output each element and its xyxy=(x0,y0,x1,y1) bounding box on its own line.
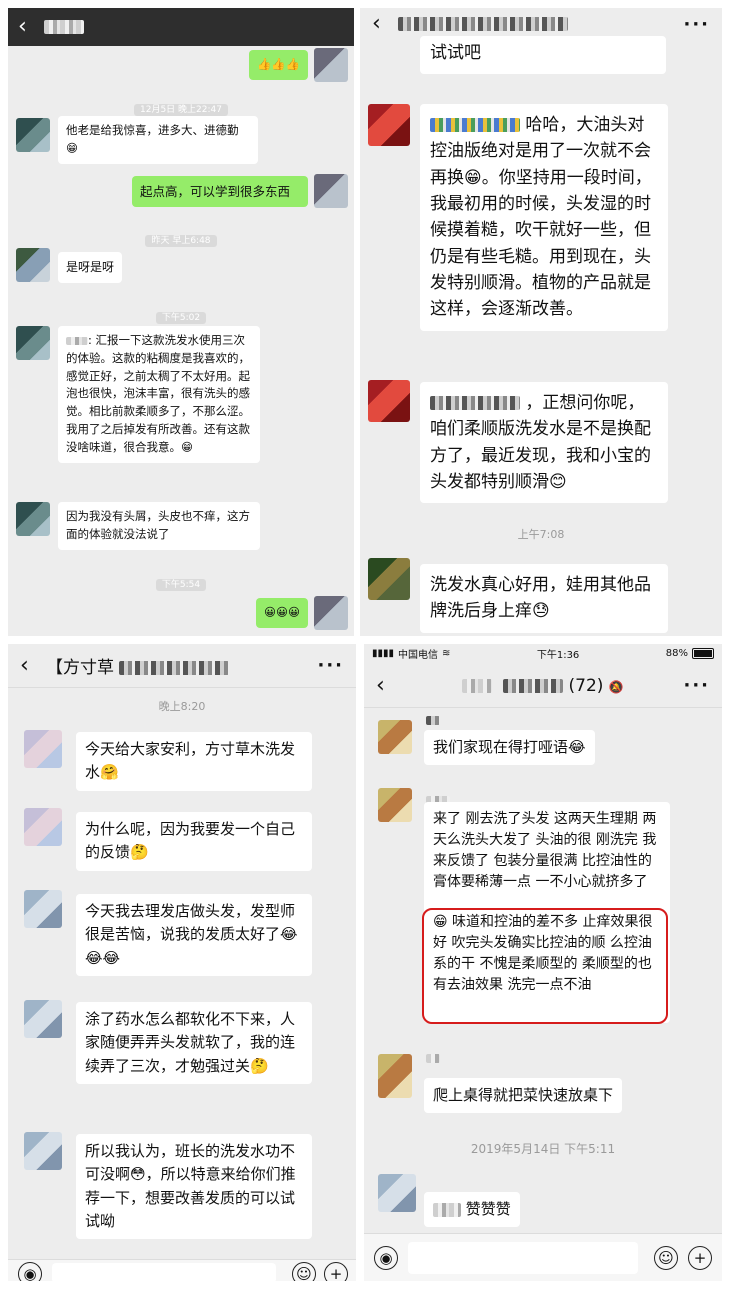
back-icon[interactable]: ‹ xyxy=(20,654,46,677)
avatar[interactable] xyxy=(378,1054,412,1098)
avatar[interactable] xyxy=(314,596,348,630)
chat-title: 【方寸草 xyxy=(46,653,317,678)
chat-header: ‹ xyxy=(8,8,354,46)
chat-panel-1: ‹ 👍👍👍 12月5日 晚上22:47 他老是给我惊喜，进多大、进德勤😁 起点高… xyxy=(8,8,354,636)
avatar[interactable] xyxy=(16,118,50,152)
clock: 下午1:36 xyxy=(536,649,580,661)
sender-name xyxy=(426,1048,440,1063)
avatar[interactable] xyxy=(24,1132,62,1170)
carrier-label: 中国电信 xyxy=(398,649,439,661)
chat-title: (72) 🔕 xyxy=(402,676,683,696)
timestamp: 2019年5月14日 下午5:11 xyxy=(470,1142,616,1156)
message-input[interactable] xyxy=(52,1263,276,1281)
avatar[interactable] xyxy=(378,720,412,754)
avatar[interactable] xyxy=(368,558,410,600)
battery-label: 88% xyxy=(665,647,688,659)
sender-mention xyxy=(433,1202,461,1217)
mute-bell-icon: 🔕 xyxy=(608,679,624,694)
emoji-icon[interactable]: ☺ xyxy=(654,1246,678,1270)
chat-title xyxy=(398,14,683,34)
back-icon[interactable]: ‹ xyxy=(18,16,44,38)
message-bubble: 起点高，可以学到很多东西 xyxy=(132,176,308,208)
chat-header: ‹ (72) 🔕 ··· xyxy=(364,664,722,708)
emoji-icon[interactable]: ☺ xyxy=(292,1262,316,1281)
more-icon[interactable]: ··· xyxy=(683,14,710,35)
message-bubble: 今天给大家安利，方寸草木洗发水🤗 xyxy=(76,732,312,791)
back-icon[interactable]: ‹ xyxy=(372,13,398,35)
message-bubble: 是呀是呀 xyxy=(58,252,123,283)
input-bar: ◉ ☺ + xyxy=(364,1233,722,1281)
message-bubble: 为什么呢，因为我要发一个自己的反馈🤔 xyxy=(76,812,312,871)
chat-panel-2: ‹ ··· 试试吧 哈哈，大油头对控油版绝对是用了一次就不会再换😁。你坚持用一段… xyxy=(360,8,722,636)
avatar[interactable] xyxy=(314,48,348,82)
message-bubble: ，正想问你呢，咱们柔顺版洗发水是不是换配方了，最近发现，我和小宝的头发都特别顺滑… xyxy=(420,382,668,504)
sender-mention xyxy=(430,118,520,132)
message-bubble: : 汇报一下这款洗发水使用三次的体验。这款的粘稠度是我喜欢的，感觉正好，之前太稠… xyxy=(58,326,260,463)
plus-icon[interactable]: + xyxy=(688,1246,712,1270)
message-bubble: 👍👍👍 xyxy=(249,50,308,80)
battery-icon xyxy=(692,647,714,659)
message-bubble: 因为我没有头屑，头皮也不痒，这方面的体验就没法说了 xyxy=(58,502,260,550)
timestamp: 昨天 早上6:48 xyxy=(8,228,354,247)
chat-title xyxy=(44,17,344,37)
timestamp: 下午5:54 xyxy=(8,572,354,591)
message-input[interactable] xyxy=(408,1242,638,1274)
message-bubble: 赞赞赞 xyxy=(424,1192,520,1228)
message-bubble: 我们家现在得打哑语😂 xyxy=(424,730,595,766)
avatar[interactable] xyxy=(24,1000,62,1038)
avatar[interactable] xyxy=(24,730,62,768)
plus-icon[interactable]: + xyxy=(324,1262,348,1281)
status-bar: ▮▮▮▮ 中国电信 ≋ 下午1:36 88% xyxy=(364,644,722,662)
avatar[interactable] xyxy=(24,808,62,846)
message-bubble: 洗发水真心好用，娃用其他品牌洗后身上痒😓 xyxy=(420,564,668,633)
message-bubble: 所以我认为，班长的洗发水功不可没啊😳，所以特意来给你们推荐一下，想要改善发质的可… xyxy=(76,1134,312,1239)
more-icon[interactable]: ··· xyxy=(317,655,344,676)
message-bubble: 哈哈，大油头对控油版绝对是用了一次就不会再换😁。你坚持用一段时间，我最初用的时候… xyxy=(420,104,668,331)
chat-panel-4: ▮▮▮▮ 中国电信 ≋ 下午1:36 88% ‹ (72) 🔕 ··· 我们家现… xyxy=(364,644,722,1281)
input-bar: ◉ ☺ + xyxy=(8,1259,356,1281)
wifi-icon: ≋ xyxy=(442,647,451,659)
message-bubble: 爬上桌得就把菜快速放桌下 xyxy=(424,1078,623,1114)
message-bubble: 😀😀😀 xyxy=(256,598,308,628)
message-bubble: 试试吧 xyxy=(420,36,666,75)
sender-name xyxy=(426,790,450,805)
sender-mention xyxy=(430,396,520,410)
message-bubble: 他老是给我惊喜，进多大、进德勤😁 xyxy=(58,116,258,164)
signal-icon: ▮▮▮▮ xyxy=(372,647,395,659)
avatar[interactable] xyxy=(378,1174,416,1212)
avatar[interactable] xyxy=(16,502,50,536)
avatar[interactable] xyxy=(314,174,348,208)
chat-header: ‹ 【方寸草 ··· xyxy=(8,644,356,688)
avatar[interactable] xyxy=(16,326,50,360)
chat-panel-3: ‹ 【方寸草 ··· 晚上8:20 今天给大家安利，方寸草木洗发水🤗 为什么呢，… xyxy=(8,644,356,1281)
highlighted-text: 😁 味道和控油的差不多 止痒效果很好 吹完头发确实比控油的顺 么控油系的干 不愧… xyxy=(433,914,653,993)
timestamp: 晚上8:20 xyxy=(158,700,206,713)
timestamp: 12月5日 晚上22:47 xyxy=(8,97,354,116)
timestamp: 下午5:02 xyxy=(8,305,354,324)
avatar[interactable] xyxy=(16,248,50,282)
voice-icon[interactable]: ◉ xyxy=(18,1262,42,1281)
timestamp: 上午7:08 xyxy=(517,528,565,541)
avatar[interactable] xyxy=(24,890,62,928)
sender-mention xyxy=(66,336,88,345)
avatar[interactable] xyxy=(368,380,410,422)
more-icon[interactable]: ··· xyxy=(683,675,710,696)
message-bubble: 今天我去理发店做头发，发型师很是苦恼，说我的发质太好了😂😂😂 xyxy=(76,894,312,976)
avatar[interactable] xyxy=(378,788,412,822)
voice-icon[interactable]: ◉ xyxy=(374,1246,398,1270)
message-bubble: 涂了药水怎么都软化不下来，人家随便弄弄头发就软了，我的连续弄了三次，才勉强过关🤔 xyxy=(76,1002,312,1084)
sender-name xyxy=(426,710,440,725)
avatar[interactable] xyxy=(368,104,410,146)
back-icon[interactable]: ‹ xyxy=(376,674,402,697)
